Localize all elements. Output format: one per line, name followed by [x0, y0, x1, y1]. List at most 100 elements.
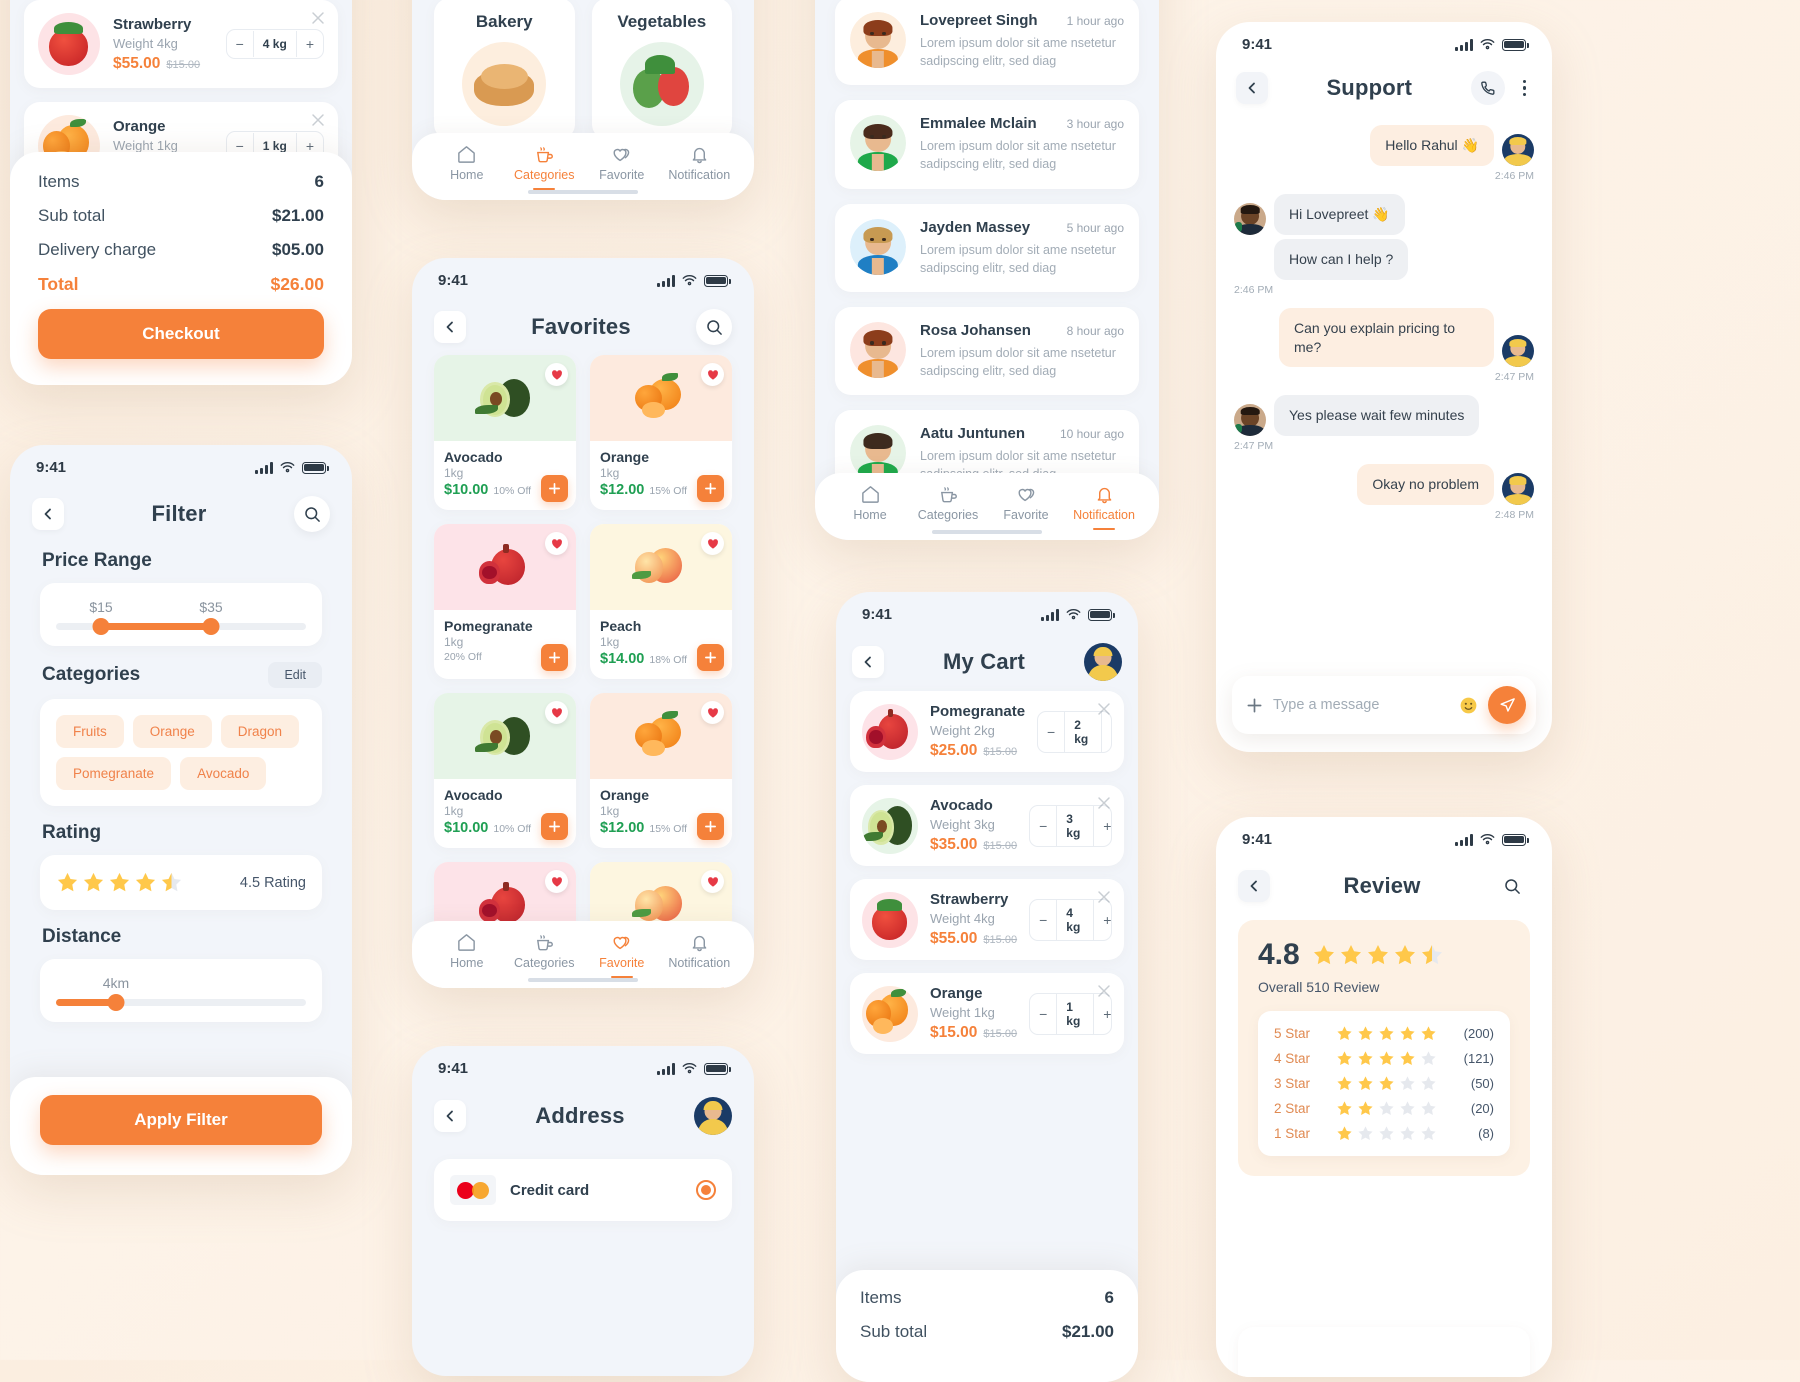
search-button[interactable]: [294, 496, 330, 532]
nav-item-notification[interactable]: Notification: [661, 933, 739, 979]
quantity-stepper[interactable]: −3 kg +: [1029, 804, 1112, 847]
favorite-heart-button[interactable]: [701, 701, 724, 724]
category-chip[interactable]: Pomegranate: [56, 757, 172, 790]
chat-bubble: Hi Lovepreet 👋: [1274, 193, 1405, 235]
nav-item-favorite[interactable]: Favorite: [583, 145, 661, 191]
add-to-cart-button[interactable]: [697, 644, 724, 671]
notification-row[interactable]: Jayden Massey 5 hour ago Lorem ipsum dolor…: [835, 203, 1139, 292]
add-to-cart-button[interactable]: [697, 475, 724, 502]
call-button[interactable]: [1470, 71, 1505, 105]
product-name: Orange: [600, 787, 650, 803]
payment-method-row[interactable]: Credit card: [434, 1159, 732, 1221]
add-to-cart-button[interactable]: [697, 813, 724, 840]
checkout-button[interactable]: Checkout: [38, 309, 324, 359]
nav-item-favorite[interactable]: Favorite: [987, 485, 1065, 531]
favorite-heart-button[interactable]: [545, 870, 568, 893]
back-button[interactable]: [32, 498, 64, 530]
nav-item-home[interactable]: Home: [428, 933, 506, 979]
signal-icon: [1455, 833, 1473, 846]
category-card[interactable]: Vegetables: [591, 0, 732, 140]
category-chip[interactable]: Orange: [132, 715, 212, 748]
search-button[interactable]: [1494, 868, 1530, 904]
quantity-stepper[interactable]: −2 kg+: [1037, 710, 1112, 753]
remove-item-button[interactable]: [1097, 702, 1111, 716]
category-chip[interactable]: Avocado: [180, 757, 267, 790]
send-button[interactable]: [1488, 686, 1526, 724]
add-to-cart-button[interactable]: [541, 813, 568, 840]
quantity-stepper[interactable]: −1 kg +: [1029, 992, 1112, 1035]
decrease-button[interactable]: −: [1038, 718, 1064, 746]
favorite-heart-button[interactable]: [545, 363, 568, 386]
favorite-product-card[interactable]: Orange 1kg $12.00 15% Off: [590, 693, 732, 848]
notification-row[interactable]: Emmalee Mclain 3 hour ago Lorem ipsum dolo…: [835, 100, 1139, 189]
nav-item-home[interactable]: Home: [831, 485, 909, 531]
favorite-heart-button[interactable]: [545, 532, 568, 555]
profile-avatar[interactable]: [1084, 643, 1122, 681]
add-to-cart-button[interactable]: [541, 644, 568, 671]
category-chip[interactable]: Fruits: [56, 715, 124, 748]
add-to-cart-button[interactable]: [541, 475, 568, 502]
search-button[interactable]: [696, 309, 732, 345]
remove-item-button[interactable]: [311, 113, 325, 127]
favorite-product-card[interactable]: Pomegranate 1kg 20% Off: [434, 524, 576, 679]
favorite-product-card[interactable]: Peach 1kg $14.00 18% Off: [590, 524, 732, 679]
decrease-button[interactable]: −: [227, 30, 253, 58]
summary-label: Items: [38, 172, 80, 191]
back-button[interactable]: [1238, 870, 1270, 902]
nav-item-categories[interactable]: Categories: [506, 933, 584, 979]
decrease-button[interactable]: −: [1030, 812, 1056, 840]
avatar: [1502, 335, 1534, 368]
quantity-stepper[interactable]: −4 kg +: [1029, 898, 1112, 941]
back-button[interactable]: [1236, 72, 1268, 104]
increase-button[interactable]: +: [1094, 906, 1111, 934]
decrease-button[interactable]: −: [1030, 906, 1056, 934]
rating-stars[interactable]: [56, 871, 183, 894]
remove-item-button[interactable]: [1097, 984, 1111, 998]
nav-item-notification[interactable]: Notification: [661, 145, 739, 191]
increase-button[interactable]: +: [1102, 718, 1111, 746]
favorite-product-card[interactable]: Avocado 1kg $10.00 10% Off: [434, 355, 576, 510]
nav-item-categories[interactable]: Categories: [909, 485, 987, 531]
quantity-stepper[interactable]: −4 kg +: [225, 29, 324, 59]
increase-button[interactable]: +: [297, 30, 323, 58]
more-button[interactable]: [1517, 76, 1532, 100]
notification-row[interactable]: Lovepreet Singh 1 hour ago Lorem ipsum dol…: [835, 0, 1139, 86]
edit-categories-button[interactable]: Edit: [268, 662, 322, 688]
payment-radio[interactable]: [696, 1180, 716, 1200]
increase-button[interactable]: +: [1094, 1000, 1111, 1028]
favorite-heart-button[interactable]: [701, 870, 724, 893]
remove-item-button[interactable]: [1097, 796, 1111, 810]
nav-item-categories[interactable]: Categories: [506, 145, 584, 190]
smiley-icon[interactable]: [1459, 696, 1478, 715]
distance-handle[interactable]: [107, 994, 125, 1011]
category-chip[interactable]: Dragon: [220, 715, 300, 748]
price-max-handle[interactable]: [202, 618, 220, 635]
price-min-handle[interactable]: [92, 618, 110, 635]
message-input[interactable]: Type a message: [1273, 697, 1449, 713]
remove-item-button[interactable]: [1097, 890, 1111, 904]
back-button[interactable]: [434, 1100, 466, 1132]
favorite-heart-button[interactable]: [545, 701, 568, 724]
favorite-heart-button[interactable]: [701, 532, 724, 555]
nav-item-favorite[interactable]: Favorite: [583, 933, 661, 978]
distance-slider[interactable]: [56, 994, 306, 1011]
favorite-product-card[interactable]: Avocado 1kg $10.00 10% Off: [434, 693, 576, 848]
status-icons: [657, 274, 731, 287]
price-range-slider[interactable]: [56, 618, 306, 635]
review-list-card: [1238, 1327, 1530, 1377]
apply-filter-button[interactable]: Apply Filter: [40, 1095, 322, 1145]
remove-item-button[interactable]: [311, 11, 325, 25]
favorite-heart-button[interactable]: [701, 363, 724, 386]
profile-avatar[interactable]: [694, 1097, 732, 1135]
notification-row[interactable]: Rosa Johansen 8 hour ago Lorem ipsum dolor…: [835, 306, 1139, 395]
star-icon: [1400, 1101, 1415, 1115]
back-button[interactable]: [434, 311, 466, 343]
decrease-button[interactable]: −: [1030, 1000, 1056, 1028]
nav-item-home[interactable]: Home: [428, 145, 506, 191]
nav-item-notification[interactable]: Notification: [1065, 485, 1143, 530]
plus-icon[interactable]: [1246, 697, 1263, 714]
increase-button[interactable]: +: [1094, 812, 1111, 840]
category-card[interactable]: Bakery: [434, 0, 575, 140]
back-button[interactable]: [852, 646, 884, 678]
favorite-product-card[interactable]: Orange 1kg $12.00 15% Off: [590, 355, 732, 510]
